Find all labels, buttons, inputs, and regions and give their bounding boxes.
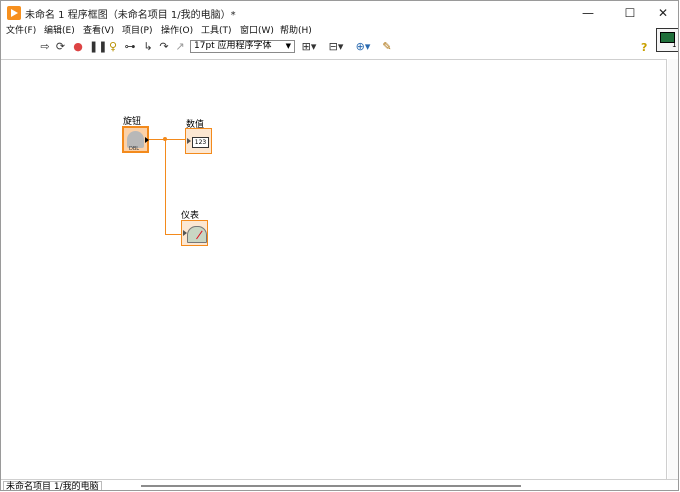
title-bar: 未命名 1 程序框图（未命名项目 1/我的电脑）* — ☐ ✕	[1, 1, 678, 25]
retain-wire-values-icon[interactable]: ⊶	[123, 40, 137, 54]
minimize-button[interactable]: —	[571, 1, 605, 25]
status-bar: 未命名项目 1/我的电脑	[1, 479, 678, 490]
project-context: 未命名项目 1/我的电脑	[3, 481, 102, 490]
horizontal-scrollbar[interactable]	[141, 485, 521, 487]
chevron-down-icon: ▼	[285, 42, 291, 50]
pause-icon[interactable]: ❚❚	[89, 40, 107, 54]
input-arrow-icon	[187, 138, 191, 144]
highlight-execution-icon[interactable]: ♀	[107, 40, 119, 54]
labview-window: 未命名 1 程序框图（未命名项目 1/我的电脑）* — ☐ ✕ 文件(F) 编辑…	[0, 0, 679, 491]
step-into-icon[interactable]: ↳	[142, 40, 154, 54]
wire-branch[interactable]	[165, 139, 166, 235]
menu-file[interactable]: 文件(F)	[6, 25, 36, 38]
font-select[interactable]: 17pt 应用程序字体 ▼	[190, 40, 295, 53]
align-objects-icon[interactable]: ⊞▾	[299, 40, 319, 54]
knob-type-tag: DBL	[129, 146, 140, 152]
vertical-scrollbar[interactable]	[668, 59, 678, 479]
menu-view[interactable]: 查看(V)	[83, 25, 114, 38]
run-continuously-icon[interactable]: ⟳	[54, 40, 67, 54]
abort-icon[interactable]: ●	[72, 40, 84, 54]
step-out-icon[interactable]: ↗	[174, 40, 186, 54]
menu-window[interactable]: 窗口(W)	[240, 25, 274, 38]
menu-edit[interactable]: 编辑(E)	[44, 25, 75, 38]
window-title: 未命名 1 程序框图（未命名项目 1/我的电脑）*	[25, 10, 236, 21]
close-button[interactable]: ✕	[646, 1, 678, 25]
output-arrow-icon	[145, 137, 149, 143]
distribute-objects-icon[interactable]: ⊟▾	[325, 40, 347, 54]
gauge-icon	[187, 226, 207, 243]
menu-tools[interactable]: 工具(T)	[201, 25, 232, 38]
reorder-icon[interactable]: ⊕▾	[352, 40, 374, 54]
step-over-icon[interactable]: ↷	[157, 40, 171, 54]
numeric-indicator-terminal[interactable]: 123	[185, 128, 212, 154]
maximize-button[interactable]: ☐	[613, 1, 647, 25]
wire-to-numeric[interactable]	[149, 139, 185, 140]
knob-terminal[interactable]: DBL	[122, 126, 149, 153]
font-select-value: 17pt 应用程序字体	[194, 41, 272, 51]
toolbar: ⇨ ⟳ ● ❚❚ ♀ ⊶ ↳ ↷ ↗ ⊞▾ ⊟▾ ⊕▾ ✎	[1, 38, 655, 57]
context-help-icon[interactable]: ?	[641, 41, 647, 54]
block-diagram-canvas[interactable]: 旋钮 数值 仪表 DBL 123	[1, 59, 667, 479]
numeric-display: 123	[192, 137, 209, 148]
run-arrow-icon[interactable]: ⇨	[39, 40, 51, 54]
gauge-indicator-terminal[interactable]	[181, 220, 208, 246]
menu-project[interactable]: 项目(P)	[122, 25, 152, 38]
cleanup-diagram-icon[interactable]: ✎	[379, 40, 395, 54]
vi-icon[interactable]: 1	[656, 28, 678, 52]
menu-help[interactable]: 帮助(H)	[280, 25, 312, 38]
vi-icon-number: 1	[672, 41, 677, 49]
wire-to-gauge[interactable]	[165, 234, 181, 235]
labview-app-icon	[7, 6, 21, 20]
menu-operate[interactable]: 操作(O)	[161, 25, 193, 38]
menu-bar: 文件(F) 编辑(E) 查看(V) 项目(P) 操作(O) 工具(T) 窗口(W…	[1, 25, 655, 38]
